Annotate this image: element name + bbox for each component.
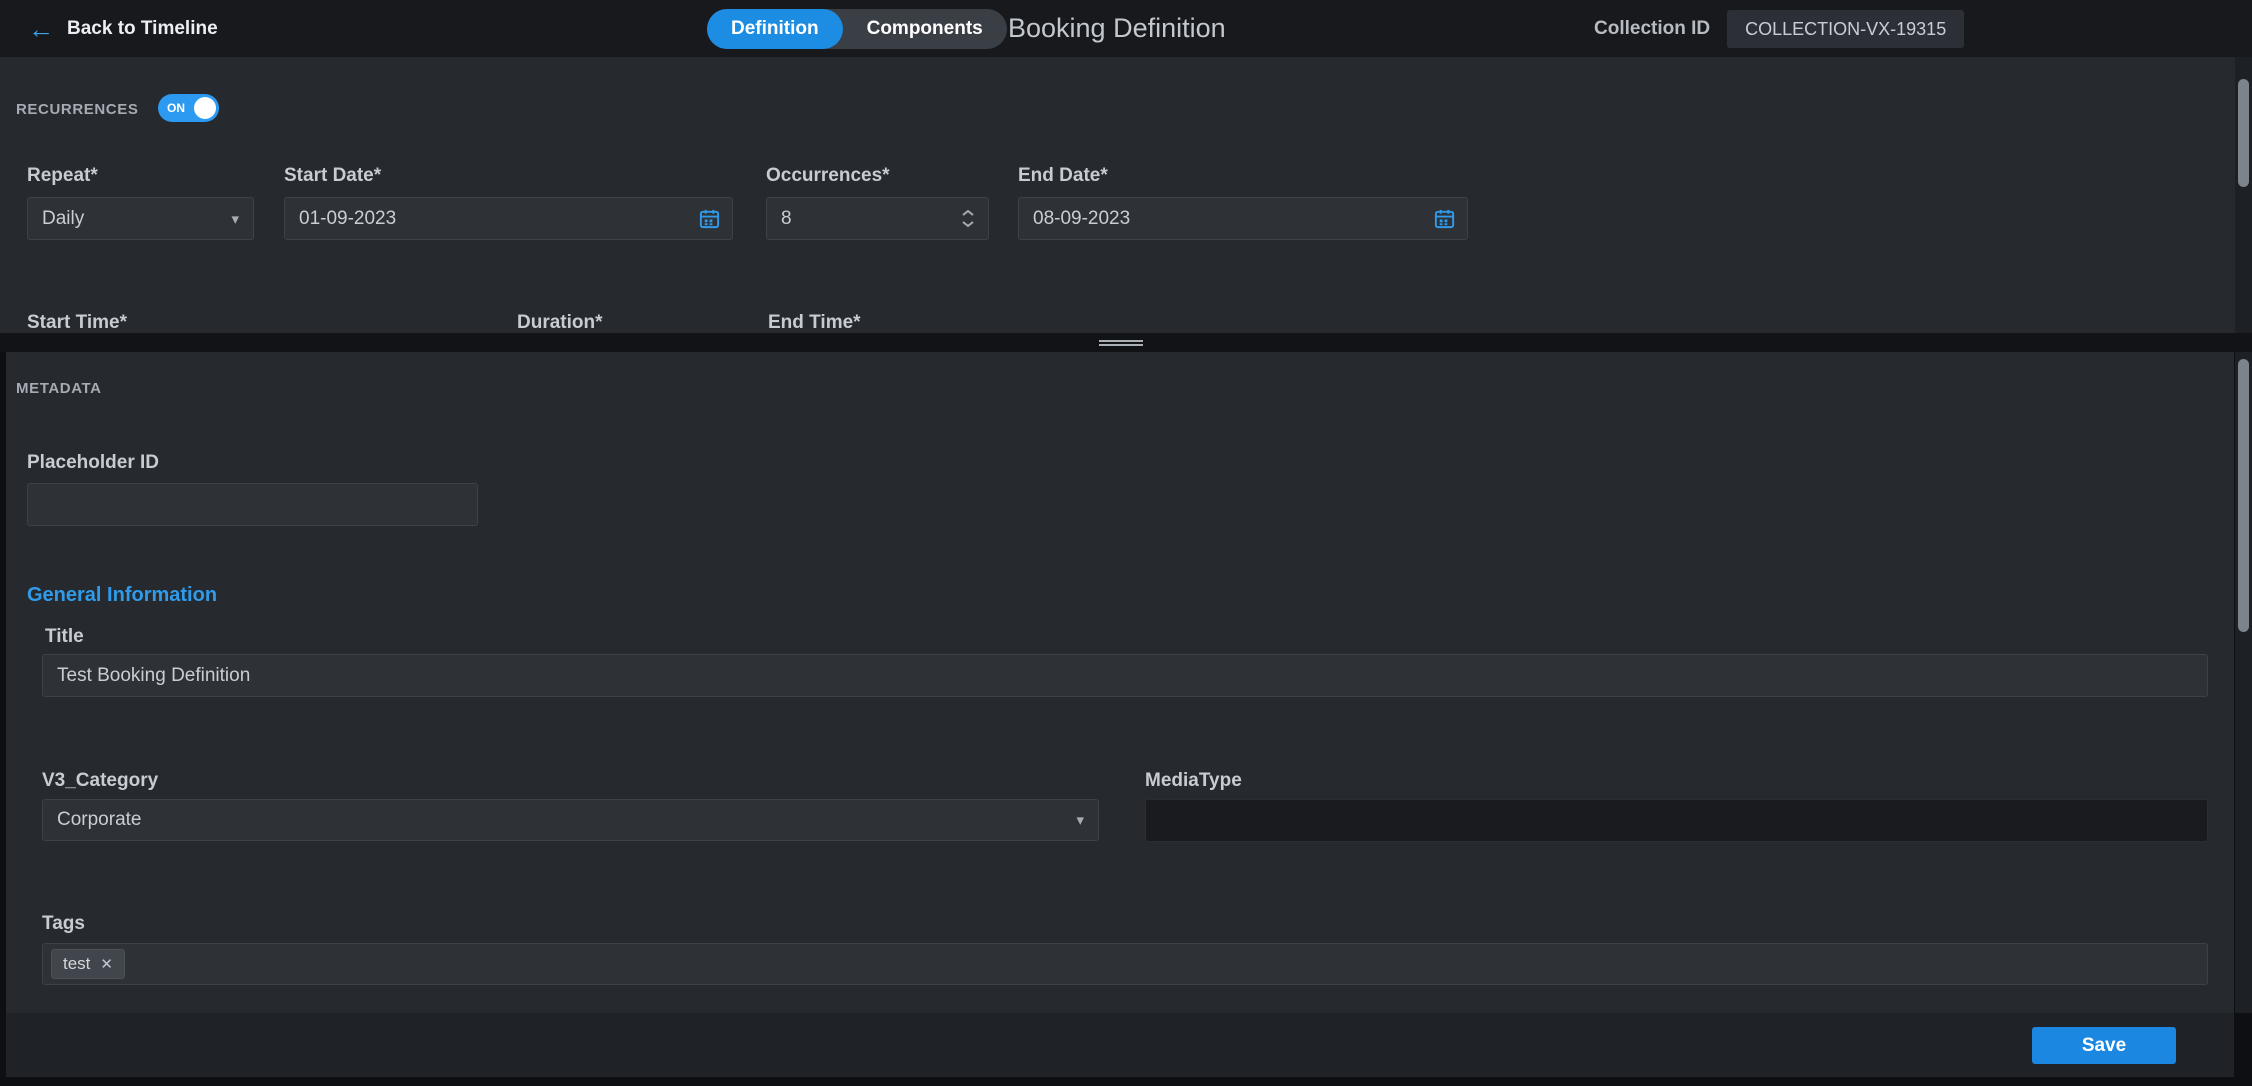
footer-bar: Save [6, 1013, 2234, 1077]
page-title: Booking Definition [1008, 0, 1226, 57]
start-date-input-wrap [284, 197, 733, 240]
title-input-wrap [42, 654, 2208, 697]
mediatype-input-wrap [1145, 799, 2208, 842]
occurrences-label: Occurrences* [766, 165, 890, 187]
toggle-on-label: ON [167, 94, 185, 122]
placeholder-id-input-wrap [27, 483, 478, 526]
back-to-timeline-label: Back to Timeline [67, 18, 218, 40]
repeat-label: Repeat* [27, 165, 98, 187]
chevron-down-icon: ▾ [1076, 811, 1098, 829]
collection-id-label: Collection ID [1594, 18, 1710, 40]
v3-category-label: V3_Category [42, 770, 158, 792]
metadata-section-label: METADATA [16, 380, 102, 397]
placeholder-id-label: Placeholder ID [27, 452, 159, 474]
start-date-input[interactable] [285, 208, 698, 230]
end-date-label: End Date* [1018, 165, 1108, 187]
occurrences-input[interactable] [767, 208, 961, 230]
end-date-input[interactable] [1019, 208, 1433, 230]
start-time-label: Start Time* [27, 312, 127, 334]
duration-label: Duration* [517, 312, 603, 334]
tab-components[interactable]: Components [843, 9, 1007, 49]
calendar-icon[interactable] [1433, 207, 1467, 230]
toggle-knob-icon [194, 97, 216, 119]
title-input[interactable] [43, 665, 2207, 687]
mediatype-input[interactable] [1146, 810, 2207, 832]
end-date-input-wrap [1018, 197, 1468, 240]
tag-chip: test ✕ [51, 949, 125, 979]
tag-remove-icon[interactable]: ✕ [100, 955, 113, 973]
placeholder-id-input[interactable] [28, 494, 477, 516]
splitter-handle-icon [1099, 340, 1143, 342]
back-to-timeline-button[interactable]: ← Back to Timeline [28, 0, 218, 57]
chevron-up-icon [961, 209, 975, 217]
scrollbar-track-recurrences[interactable] [2235, 57, 2252, 333]
repeat-select[interactable]: Daily ▾ [27, 197, 254, 240]
booking-definition-app: ← Back to Timeline Definition Components… [0, 0, 2252, 1086]
scrollbar-thumb-recurrences[interactable] [2238, 79, 2249, 187]
v3-category-value: Corporate [43, 809, 1076, 831]
end-time-label: End Time* [768, 312, 861, 334]
tab-definition[interactable]: Definition [707, 9, 843, 49]
chevron-down-icon: ▾ [231, 210, 253, 228]
title-label: Title [45, 626, 84, 648]
tags-input[interactable]: test ✕ [42, 943, 2208, 985]
scrollbar-thumb-metadata[interactable] [2238, 359, 2249, 632]
metadata-panel: METADATA Placeholder ID General Informat… [6, 352, 2234, 1013]
general-information-heading: General Information [27, 584, 217, 607]
back-arrow-icon: ← [28, 16, 54, 42]
calendar-icon[interactable] [698, 207, 732, 230]
tag-chip-label: test [63, 954, 90, 974]
save-button[interactable]: Save [2032, 1027, 2176, 1064]
recurrences-section-label: RECURRENCES [16, 101, 138, 118]
scrollbar-track-metadata[interactable] [2235, 352, 2252, 1013]
recurrences-panel: RECURRENCES ON Repeat* Start Date* Occur… [0, 57, 2235, 333]
v3-category-select[interactable]: Corporate ▾ [42, 799, 1099, 841]
mediatype-label: MediaType [1145, 770, 1242, 792]
view-tabs: Definition Components [707, 9, 1007, 49]
tags-label: Tags [42, 913, 85, 935]
panel-splitter[interactable] [0, 333, 2252, 352]
collection-id-group: Collection ID COLLECTION-VX-19315 [1594, 0, 1964, 57]
occurrences-input-wrap [766, 197, 989, 240]
number-stepper[interactable] [961, 209, 988, 228]
top-bar: ← Back to Timeline Definition Components… [0, 0, 2252, 57]
collection-id-value: COLLECTION-VX-19315 [1727, 10, 1964, 48]
repeat-value: Daily [28, 208, 231, 230]
recurrences-toggle[interactable]: ON [158, 94, 219, 122]
start-date-label: Start Date* [284, 165, 381, 187]
chevron-down-icon [961, 220, 975, 228]
